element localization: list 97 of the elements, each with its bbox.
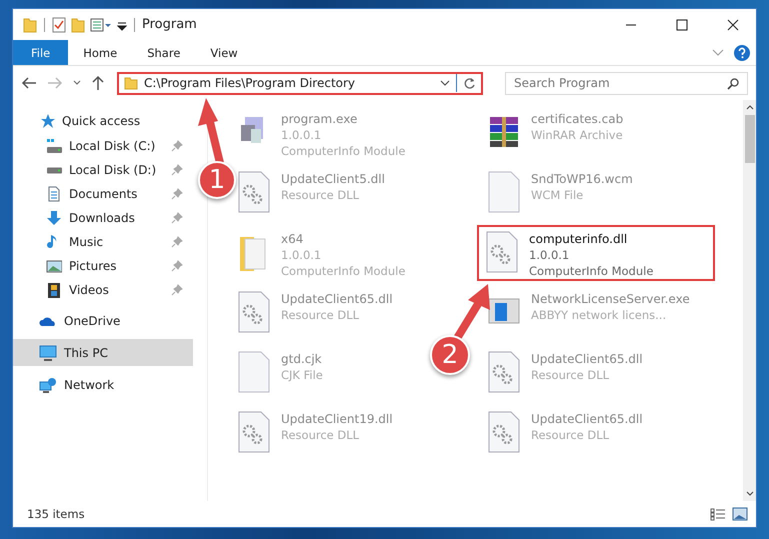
gears-file-icon	[237, 171, 271, 213]
picture-icon	[46, 258, 62, 274]
minimize-icon	[625, 24, 637, 26]
file-detail: ABBYY network licens...	[531, 307, 668, 323]
gears-file-icon	[237, 411, 271, 453]
file-name: x64	[281, 231, 304, 247]
star-icon	[39, 112, 55, 128]
cloud-icon	[39, 314, 57, 326]
gears-file-icon	[487, 411, 521, 453]
expand-ribbon-icon[interactable]	[712, 48, 724, 58]
blank-file-icon	[487, 171, 521, 213]
file-item[interactable]: UpdateClient65.dll Resource DLL	[485, 405, 651, 461]
file-name: UpdateClient65.dll	[281, 291, 393, 307]
sidebar-item[interactable]: OneDrive	[13, 307, 193, 334]
file-detail: ComputerInfo Module	[281, 143, 406, 159]
file-name: UpdateClient65.dll	[531, 411, 643, 427]
file-detail: CJK File	[281, 367, 323, 383]
file-detail: ComputerInfo Module	[281, 263, 406, 279]
arrow	[198, 98, 224, 164]
file-name: gtd.cjk	[281, 351, 323, 367]
file-detail: ComputerInfo Module	[529, 263, 654, 279]
sidebar-item[interactable]: Downloads	[13, 206, 193, 230]
item-count: 135 items	[27, 507, 85, 521]
back-arrow-icon[interactable]	[21, 76, 37, 90]
up-arrow-icon[interactable]	[91, 75, 105, 91]
file-detail: 1.0.0.1	[281, 127, 322, 143]
scrollbar-thumb[interactable]	[744, 115, 754, 163]
sidebar-item[interactable]: Local Disk (D:)	[13, 158, 193, 182]
file-detail: 1.0.0.1	[281, 247, 322, 263]
refresh-icon[interactable]	[463, 76, 476, 90]
file-detail: WCM File	[531, 187, 584, 203]
file-name: UpdateClient65.dll	[531, 351, 643, 367]
scroll-up-icon[interactable]	[746, 104, 754, 110]
file-item[interactable]: UpdateClient65.dll Resource DLL	[235, 285, 401, 341]
network-icon	[39, 376, 57, 392]
blank-file-icon	[237, 351, 271, 393]
ribbon-tab[interactable]: Share	[132, 40, 196, 65]
window-title: Program	[142, 17, 197, 32]
file-item[interactable]: x64 1.0.0.1 ComputerInfo Module	[235, 225, 414, 281]
sidebar-item[interactable]: Local Disk (C:)	[13, 134, 193, 158]
sidebar-item[interactable]: Documents	[13, 182, 193, 206]
maximize-icon	[676, 18, 688, 30]
large-icons-view-icon[interactable]	[732, 507, 748, 521]
ribbon-tab[interactable]: Home	[68, 40, 132, 65]
sidebar-item[interactable]: Network	[13, 371, 193, 398]
details-view-icon[interactable]	[710, 507, 726, 521]
sidebar-item[interactable]: This PC	[13, 339, 193, 366]
monitor-icon	[39, 344, 57, 360]
sidebar-item[interactable]: Music	[13, 230, 193, 254]
file-name: NetworkLicenseServer.exe	[531, 291, 690, 307]
file-item[interactable]: UpdateClient5.dll Resource DLL	[235, 165, 393, 221]
file-name: program.exe	[281, 111, 358, 127]
file-item[interactable]: UpdateClient19.dll Resource DLL	[235, 405, 401, 461]
address-bar[interactable]: C:\Program Files\Program Directory	[117, 72, 483, 94]
file-name: SndToWP16.wcm	[531, 171, 633, 187]
file-detail: 1.0.0.1	[529, 247, 570, 263]
document-icon	[46, 186, 62, 202]
sidebar-item[interactable]: Videos	[13, 278, 193, 302]
close-icon	[727, 18, 739, 30]
download-arrow-icon	[46, 210, 62, 226]
search-icon[interactable]	[727, 78, 739, 90]
system-drive-icon	[46, 138, 62, 154]
file-detail: WinRAR Archive	[531, 127, 624, 143]
scroll-down-icon[interactable]	[746, 491, 754, 497]
file-item[interactable]: program.exe 1.0.0.1 ComputerInfo Module	[235, 105, 414, 161]
gears-file-icon	[485, 231, 519, 273]
file-name: computerinfo.dll	[529, 231, 628, 247]
file-item[interactable]: NetworkLicenseServer.exe ABBYY network licens...	[485, 285, 698, 341]
file-item[interactable]: computerinfo.dll 1.0.0.1 ComputerInfo Module	[477, 225, 715, 281]
sidebar-item[interactable]: Pictures	[13, 254, 193, 278]
gears-file-icon	[237, 291, 271, 333]
gears-file-icon	[487, 351, 521, 393]
ribbon-tab[interactable]: View	[195, 40, 253, 65]
help-icon[interactable]	[734, 44, 750, 60]
details-view-dropdown-icon[interactable]	[90, 16, 112, 32]
properties-check-icon[interactable]	[52, 16, 66, 32]
file-name: UpdateClient19.dll	[281, 411, 393, 427]
vertical-scrollbar[interactable]	[743, 100, 756, 501]
film-strip-icon	[46, 282, 62, 298]
file-detail: Resource DLL	[531, 427, 610, 443]
file-item[interactable]: certificates.cab WinRAR Archive	[485, 105, 632, 161]
recent-locations-icon[interactable]	[73, 80, 81, 86]
file-item[interactable]: SndToWP16.wcm WCM File	[485, 165, 641, 221]
file-name: UpdateClient5.dll	[281, 171, 385, 187]
file-detail: Resource DLL	[281, 307, 360, 323]
drive-icon	[46, 166, 62, 174]
file-name: certificates.cab	[531, 111, 624, 127]
file-item[interactable]: gtd.cjk CJK File	[235, 345, 331, 401]
file-detail: Resource DLL	[281, 187, 360, 203]
folder-icon	[124, 76, 138, 90]
file-detail: Resource DLL	[531, 367, 610, 383]
ribbon-tab[interactable]: File	[13, 40, 68, 65]
sidebar-item[interactable]: Quick access	[13, 107, 193, 134]
file-detail: Resource DLL	[281, 427, 360, 443]
address-dropdown-icon[interactable]	[440, 79, 450, 87]
file-item[interactable]: UpdateClient65.dll Resource DLL	[485, 345, 651, 401]
search-field[interactable]: Search Program	[505, 72, 748, 94]
